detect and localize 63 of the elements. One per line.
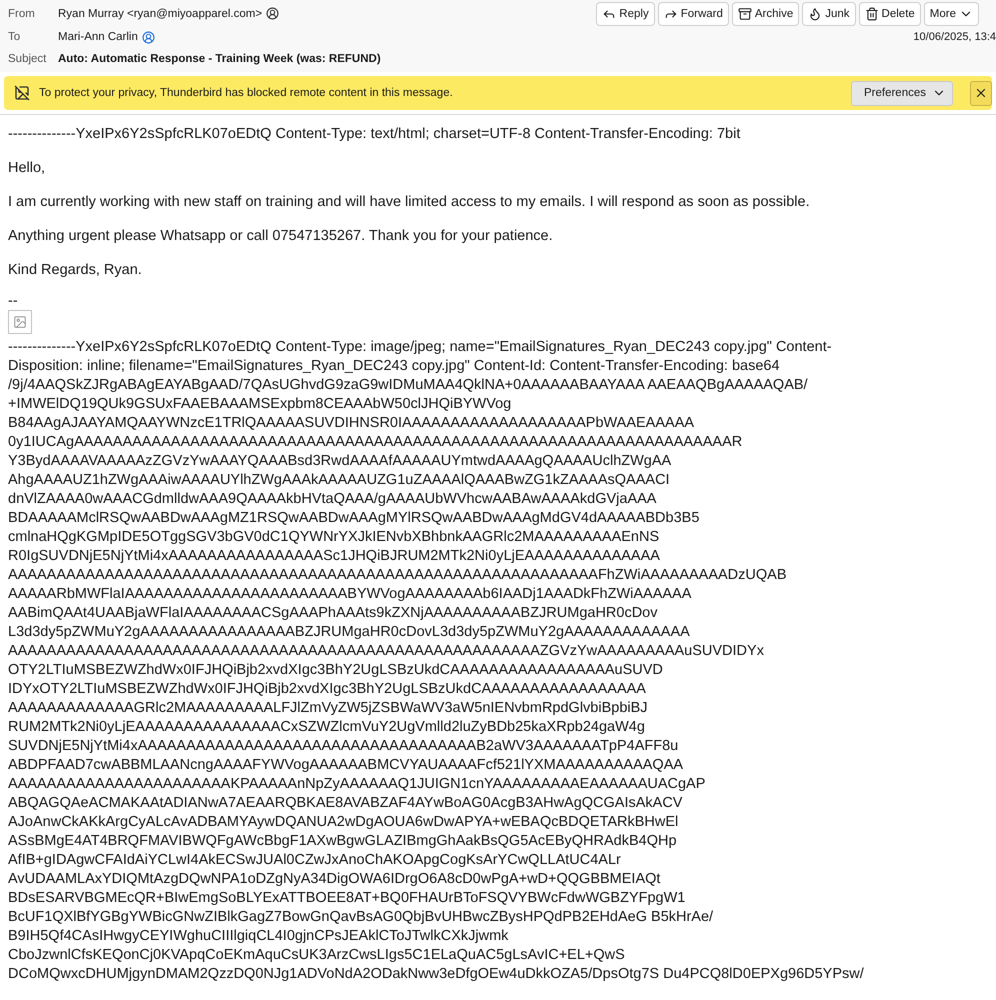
encoded-line: --------------YxeIPx6Y2sSpfcRLK07oEDtQ Content-Type: image/jpeg; name="EmailSignatures_Ryan_DEC243 copy.jpg" Content- <box>8 338 833 357</box>
encoded-line: AAAAAAAAAAAAAAAAAAAAAAAAAAAAAAAAAAAAAAAAAAAAAAAAAAAAAAAZGVzYwAAAAAAAAAuSUVDIDYx <box>8 642 765 661</box>
encoded-line: CboJzwnlCfsKEQonCj0KVApqCoEKmAquCsUK3ArzCwsLIgs5C1ELaQuAC5gLsAvIC+EL+QwS <box>8 946 626 965</box>
subject-label: Subject <box>8 52 48 64</box>
encoded-line: AAAAAAAAAAAAAAAAAAAAAAAAAAAAAAAAAAAAAAAAAAAAAAAAAAAAAAAAAAAAAFhZWiAAAAAAAAADzUQAB <box>8 566 788 585</box>
encoded-line: AfIB+gIDAgwCFAIdAiYCLwI4AkECSwJUAl0CZwJxAnoChAKOApgCogKsArYCwQLLAtUC4ALr <box>8 851 622 870</box>
encoded-line: Disposition: inline; filename="EmailSignatures_Ryan_DEC243 copy.jpg" Content-Id: Content-Transfer-Encoding: base64 <box>8 357 781 376</box>
encoded-line: +IMWElDQ19QUk9GSUxFAAEBAAAMSExpbm8CEAAAbW50clJHQiBYWVog <box>8 395 512 414</box>
encoded-line: cmlnaHQgKGMpIDE5OTggSGV3bGV0dC1QYWNrYXJkIENvbXBhbnkAAGRlc2MAAAAAAAAAEnNS <box>8 528 660 547</box>
mime-boundary: --------------YxeIPx6Y2sSpfcRLK07oEDtQ Content-Type: text/html; charset=UTF-8 Content-Transfer-Encoding: 7bit <box>8 125 742 144</box>
recipient[interactable]: Mari-Ann Carlin <box>58 31 138 43</box>
encoded-line: ABDPFAAD7cwABBMLAANcngAAAAFYWVogAAAAAABMCVYAUAAAAFcf521lYXMAAAAAAAAAAQAA <box>8 756 684 775</box>
flame-icon <box>808 6 822 20</box>
encoded-line: AAAAARbMWFlaIAAAAAAAAAAAAAAAAAAAAAAABYWVogAAAAAAAAb6IAADj1AAADkFhZWiAAAAAA <box>8 585 692 604</box>
body-paragraph: Kind Regards, Ryan. <box>8 261 143 280</box>
encoded-line: Y3BydAAAAVAAAAAzZGVzYwAAAYQAAABsd3RwdAAAAfAAAAAUYmtwdAAAAgQAAAAUclhZWgAA <box>8 452 672 471</box>
broken-image-icon <box>8 310 32 334</box>
forward-button[interactable]: Forward <box>658 2 729 26</box>
signature-separator: -- <box>8 295 19 307</box>
junk-button[interactable]: Junk <box>802 2 856 26</box>
body-paragraph: Anything urgent please Whatsapp or call 07547135267. Thank you for your patience. <box>8 227 554 246</box>
encoded-line: IDYxOTY2LTIuMSBEZWZhdWx0IFJHQiBjb2xvdXIgc3BhY2UgLSBzUkdCAAAAAAAAAAAAAAAAA <box>8 680 647 699</box>
reply-button[interactable]: Reply <box>596 2 655 26</box>
encoded-line: RUM2MTk2Ni0yLjEAAAAAAAAAAAAAAACxSZWZlcmVuY2UgVmlld2luZyBDb25kaXRpb24gaW4g <box>8 718 646 737</box>
message-date: 10/06/2025, 13:4 <box>913 31 996 43</box>
close-button[interactable] <box>970 80 992 106</box>
encoded-line: AvUDAAMLAxYDIQMtAzgDQwNPA1oDZgNyA34DigOWA6IDrgO6A8cD0wPgA+wD+QQGBBMEIAQt <box>8 870 662 889</box>
from-label: From <box>8 8 36 20</box>
encoded-line: AABimQAAt4UAABjaWFlaIAAAAAAAACSgAAAPhAAAts9kZXNjAAAAAAAAAABZJRUMgaHR0cDov <box>8 604 658 623</box>
body-paragraph: Hello, <box>8 159 46 178</box>
archive-button[interactable]: Archive <box>732 2 800 26</box>
encoded-line: AAAAAAAAAAAAAAAAAAAAAAAKPAAAAAnNpZyAAAAAAQ1JUIGN1cnYAAAAAAAAAEAAAAAAUACgAP <box>8 775 706 794</box>
encoded-line: ABQAGQAeACMAKAAtADIANwA7AEAARQBKAE8AVABZAF4AYwBoAG0AcgB3AHwAgQCGAIsAkACV <box>8 794 684 813</box>
preferences-button[interactable]: Preferences <box>850 80 953 106</box>
encoded-line: BDAAAAAMclRSQwAABDwAAAgMZ1RSQwAABDwAAAgMYlRSQwAABDwAAAgMdGV4dAAAAABDb3B5 <box>8 509 700 528</box>
encoded-line: AAAAAAAAAAAAAGRlc2MAAAAAAAAALFJlZmVyZW5jZSBWaWV3aW5nIENvbmRpdGlvbiBpbiBJ <box>8 699 649 718</box>
encoded-line: SUVDNjE5NjYtMi4xAAAAAAAAAAAAAAAAAAAAAAAAAAAAAAAAAAAB2aWV3AAAAAAATpP4AFF8u <box>8 737 680 756</box>
encoded-line: AhgAAAAUZ1hZWgAAAiwAAAAUYlhZWgAAAkAAAAAUZG1uZAAAAlQAAABwZG1kZAAAAsQAAACI <box>8 471 671 490</box>
sender[interactable]: Ryan Murray <ryan@miyoapparel.com> <box>58 8 262 20</box>
encoded-line: B9IH5Qf4CAsIHwgyCEYIWghuCIIIlgiqCL4I0gjnCPsJEAklCToJTwlkCXkJjwmk <box>8 927 510 946</box>
blocked-image-icon <box>14 85 30 101</box>
encoded-line: AJoAnwCkAKkArgCyALcAvADBAMYAywDQANUA2wDgAOUA6wDwAPYA+wEBAQcBDQETARkBHwEl <box>8 813 680 832</box>
encoded-line: L3d3dy5pZWMuY2gAAAAAAAAAAAAAAAABZJRUMgaHR0cDovL3d3dy5pZWMuY2gAAAAAAAAAAAAA <box>8 623 691 642</box>
encoded-line: BcUF1QXlBfYGBgYWBicGNwZIBlkGagZ7BowGnQavBsAG0QbjBvUHBwcZBysHPQdPB2EHdAeG B5kHrAe/ <box>8 908 714 927</box>
to-label: To <box>8 31 22 43</box>
encoded-line: R0IgSUVDNjE5NjYtMi4xAAAAAAAAAAAAAAAASc1JHQiBJRUM2MTk2Ni0yLjEAAAAAAAAAAAAAA <box>8 547 661 566</box>
encoded-line: 0y1IUCAgAAAAAAAAAAAAAAAAAAAAAAAAAAAAAAAAAAAAAAAAAAAAAAAAAAAAAAAAAAAAAAAAAAAAR <box>8 433 744 452</box>
encoded-line: BDsESARVBGMEcQR+BIwEmgSoBLYExATTBOEE8AT+BQ0FHAUrBToFSQVYBWcFdwWGBZYFpgW1 <box>8 889 686 908</box>
subject: Auto: Automatic Response - Training Week (was: REFUND) <box>58 52 381 64</box>
encoded-line: OTY2LTIuMSBEZWZhdWx0IFJHQiBjb2xvdXIgc3BhY2UgLSBzUkdCAAAAAAAAAAAAAAAAAuSUVD <box>8 661 664 680</box>
close-icon <box>974 86 988 100</box>
delete-button[interactable]: Delete <box>858 2 921 26</box>
encoded-line: dnVlZAAAA0wAAACGdmlldwAAA9QAAAAkbHVtaQAAA/gAAAAUbWVhcwAABAwAAAAkdGVjaAAA <box>8 490 658 509</box>
body-paragraph: I am currently working with new staff on training and will have limited access to my emails. I will respond as soon as possible. <box>8 193 811 212</box>
encoded-line: ASsBMgE4AT4BRQFMAVIBWQFgAWcBbgF1AXwBgwGLAZIBmgGhAakBsQG5AcEByQHRAdkB4QHp <box>8 832 678 851</box>
contact-icon[interactable] <box>266 7 280 20</box>
notification-text: To protect your privacy, Thunderbird has blocked remote content in this message. <box>39 87 454 99</box>
encoded-line: DCoMQwxcDHUMjgynDMAM2QzzDQ0NJg1ADVoNdA2ODakNww3eDfgOEw4uDkkOZA5/DpsOtg7S Du4PCQ8lD0EPXg96D5YPsw/ <box>8 965 865 984</box>
encoded-line: /9j/4AAQSkZJRgABAgEAYABgAAD/7QAsUGhvdG9zaG9wIDMuMAA4QklNA+0AAAAAABAAYAAA AAEAAQBgAAAAAQAB/ <box>8 376 809 395</box>
archive-icon <box>738 6 752 20</box>
more-button[interactable]: More <box>924 2 979 26</box>
encoded-line: B84AAgAJAAYAMQAAYWNzcE1TRlQAAAAASUVDIHNSR0IAAAAAAAAAAAAAAAAAAAPbWAAEAAAAA <box>8 414 696 433</box>
trash-icon <box>864 6 879 20</box>
